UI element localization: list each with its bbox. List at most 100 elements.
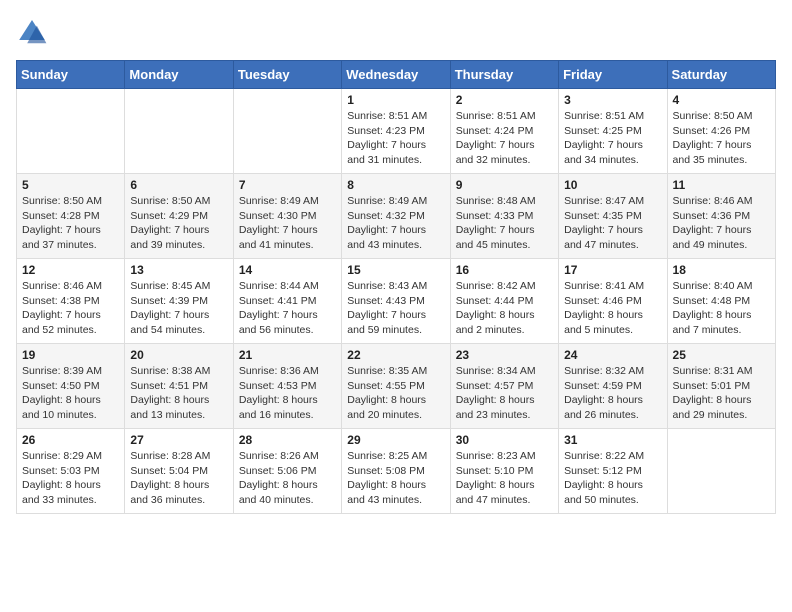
day-info: Sunrise: 8:51 AM Sunset: 4:25 PM Dayligh… (564, 109, 661, 168)
day-info: Sunrise: 8:40 AM Sunset: 4:48 PM Dayligh… (673, 279, 770, 338)
day-info: Sunrise: 8:50 AM Sunset: 4:29 PM Dayligh… (130, 194, 227, 253)
day-header-tuesday: Tuesday (233, 61, 341, 89)
day-info: Sunrise: 8:49 AM Sunset: 4:30 PM Dayligh… (239, 194, 336, 253)
calendar-cell: 13 Sunrise: 8:45 AM Sunset: 4:39 PM Dayli… (125, 259, 233, 344)
day-number: 16 (456, 263, 553, 277)
day-number: 6 (130, 178, 227, 192)
calendar-table: SundayMondayTuesdayWednesdayThursdayFrid… (16, 60, 776, 514)
calendar-cell: 15 Sunrise: 8:43 AM Sunset: 4:43 PM Dayli… (342, 259, 450, 344)
day-number: 31 (564, 433, 661, 447)
calendar-week-row: 5Sunrise: 8:50 AM Sunset: 4:28 PM Daylig… (17, 174, 776, 259)
calendar-cell: 19 Sunrise: 8:39 AM Sunset: 4:50 PM Dayli… (17, 344, 125, 429)
day-number: 28 (239, 433, 336, 447)
calendar-cell: 8Sunrise: 8:49 AM Sunset: 4:32 PM Daylig… (342, 174, 450, 259)
calendar-cell: 20 Sunrise: 8:38 AM Sunset: 4:51 PM Dayli… (125, 344, 233, 429)
day-info: Sunrise: 8:46 AM Sunset: 4:36 PM Dayligh… (673, 194, 770, 253)
day-info: Sunrise: 8:47 AM Sunset: 4:35 PM Dayligh… (564, 194, 661, 253)
day-info: Sunrise: 8:25 AM Sunset: 5:08 PM Dayligh… (347, 449, 444, 508)
day-info: Sunrise: 8:38 AM Sunset: 4:51 PM Dayligh… (130, 364, 227, 423)
calendar-cell: 22Sunrise: 8:35 AM Sunset: 4:55 PM Dayli… (342, 344, 450, 429)
day-info: Sunrise: 8:34 AM Sunset: 4:57 PM Dayligh… (456, 364, 553, 423)
calendar-cell: 28 Sunrise: 8:26 AM Sunset: 5:06 PM Dayli… (233, 429, 341, 514)
day-info: Sunrise: 8:36 AM Sunset: 4:53 PM Dayligh… (239, 364, 336, 423)
day-info: Sunrise: 8:46 AM Sunset: 4:38 PM Dayligh… (22, 279, 119, 338)
calendar-cell: 26 Sunrise: 8:29 AM Sunset: 5:03 PM Dayli… (17, 429, 125, 514)
calendar-cell: 16 Sunrise: 8:42 AM Sunset: 4:44 PM Dayli… (450, 259, 558, 344)
day-header-thursday: Thursday (450, 61, 558, 89)
day-header-sunday: Sunday (17, 61, 125, 89)
day-info: Sunrise: 8:43 AM Sunset: 4:43 PM Dayligh… (347, 279, 444, 338)
day-number: 18 (673, 263, 770, 277)
calendar-week-row: 1 Sunrise: 8:51 AM Sunset: 4:23 PM Daylig… (17, 89, 776, 174)
day-info: Sunrise: 8:39 AM Sunset: 4:50 PM Dayligh… (22, 364, 119, 423)
day-number: 2 (456, 93, 553, 107)
calendar-cell: 5Sunrise: 8:50 AM Sunset: 4:28 PM Daylig… (17, 174, 125, 259)
calendar-cell: 7Sunrise: 8:49 AM Sunset: 4:30 PM Daylig… (233, 174, 341, 259)
day-header-wednesday: Wednesday (342, 61, 450, 89)
calendar-week-row: 26 Sunrise: 8:29 AM Sunset: 5:03 PM Dayli… (17, 429, 776, 514)
day-number: 24 (564, 348, 661, 362)
day-number: 19 (22, 348, 119, 362)
day-number: 29 (347, 433, 444, 447)
day-number: 1 (347, 93, 444, 107)
calendar-cell: 24 Sunrise: 8:32 AM Sunset: 4:59 PM Dayli… (559, 344, 667, 429)
day-number: 26 (22, 433, 119, 447)
day-number: 11 (673, 178, 770, 192)
calendar-cell (125, 89, 233, 174)
day-number: 25 (673, 348, 770, 362)
calendar-cell: 17 Sunrise: 8:41 AM Sunset: 4:46 PM Dayli… (559, 259, 667, 344)
day-info: Sunrise: 8:50 AM Sunset: 4:26 PM Dayligh… (673, 109, 770, 168)
calendar-week-row: 19 Sunrise: 8:39 AM Sunset: 4:50 PM Dayli… (17, 344, 776, 429)
calendar-cell: 1 Sunrise: 8:51 AM Sunset: 4:23 PM Daylig… (342, 89, 450, 174)
calendar-cell: 2 Sunrise: 8:51 AM Sunset: 4:24 PM Daylig… (450, 89, 558, 174)
day-info: Sunrise: 8:35 AM Sunset: 4:55 PM Dayligh… (347, 364, 444, 423)
calendar-cell (17, 89, 125, 174)
day-number: 12 (22, 263, 119, 277)
day-info: Sunrise: 8:51 AM Sunset: 4:24 PM Dayligh… (456, 109, 553, 168)
calendar-cell: 18 Sunrise: 8:40 AM Sunset: 4:48 PM Dayli… (667, 259, 775, 344)
day-number: 13 (130, 263, 227, 277)
logo-icon (16, 16, 48, 48)
day-info: Sunrise: 8:32 AM Sunset: 4:59 PM Dayligh… (564, 364, 661, 423)
day-info: Sunrise: 8:41 AM Sunset: 4:46 PM Dayligh… (564, 279, 661, 338)
calendar-cell: 10 Sunrise: 8:47 AM Sunset: 4:35 PM Dayli… (559, 174, 667, 259)
calendar-cell: 9Sunrise: 8:48 AM Sunset: 4:33 PM Daylig… (450, 174, 558, 259)
calendar-cell: 27 Sunrise: 8:28 AM Sunset: 5:04 PM Dayli… (125, 429, 233, 514)
day-info: Sunrise: 8:51 AM Sunset: 4:23 PM Dayligh… (347, 109, 444, 168)
day-info: Sunrise: 8:23 AM Sunset: 5:10 PM Dayligh… (456, 449, 553, 508)
calendar-cell (667, 429, 775, 514)
day-number: 10 (564, 178, 661, 192)
day-number: 20 (130, 348, 227, 362)
day-number: 21 (239, 348, 336, 362)
day-info: Sunrise: 8:31 AM Sunset: 5:01 PM Dayligh… (673, 364, 770, 423)
day-number: 15 (347, 263, 444, 277)
day-number: 30 (456, 433, 553, 447)
day-info: Sunrise: 8:45 AM Sunset: 4:39 PM Dayligh… (130, 279, 227, 338)
day-info: Sunrise: 8:26 AM Sunset: 5:06 PM Dayligh… (239, 449, 336, 508)
day-info: Sunrise: 8:42 AM Sunset: 4:44 PM Dayligh… (456, 279, 553, 338)
day-info: Sunrise: 8:28 AM Sunset: 5:04 PM Dayligh… (130, 449, 227, 508)
calendar-cell: 11 Sunrise: 8:46 AM Sunset: 4:36 PM Dayli… (667, 174, 775, 259)
day-number: 3 (564, 93, 661, 107)
calendar-cell: 6 Sunrise: 8:50 AM Sunset: 4:29 PM Daylig… (125, 174, 233, 259)
day-info: Sunrise: 8:44 AM Sunset: 4:41 PM Dayligh… (239, 279, 336, 338)
calendar-cell: 30 Sunrise: 8:23 AM Sunset: 5:10 PM Dayli… (450, 429, 558, 514)
calendar-cell: 3 Sunrise: 8:51 AM Sunset: 4:25 PM Daylig… (559, 89, 667, 174)
calendar-cell: 29 Sunrise: 8:25 AM Sunset: 5:08 PM Dayli… (342, 429, 450, 514)
day-header-saturday: Saturday (667, 61, 775, 89)
day-info: Sunrise: 8:48 AM Sunset: 4:33 PM Dayligh… (456, 194, 553, 253)
day-info: Sunrise: 8:22 AM Sunset: 5:12 PM Dayligh… (564, 449, 661, 508)
day-number: 17 (564, 263, 661, 277)
day-number: 14 (239, 263, 336, 277)
day-number: 27 (130, 433, 227, 447)
calendar-cell: 25 Sunrise: 8:31 AM Sunset: 5:01 PM Dayli… (667, 344, 775, 429)
page-header (16, 16, 776, 48)
day-info: Sunrise: 8:29 AM Sunset: 5:03 PM Dayligh… (22, 449, 119, 508)
calendar-week-row: 12 Sunrise: 8:46 AM Sunset: 4:38 PM Dayli… (17, 259, 776, 344)
calendar-cell: 4 Sunrise: 8:50 AM Sunset: 4:26 PM Daylig… (667, 89, 775, 174)
calendar-cell: 23Sunrise: 8:34 AM Sunset: 4:57 PM Dayli… (450, 344, 558, 429)
day-header-monday: Monday (125, 61, 233, 89)
calendar-cell: 14 Sunrise: 8:44 AM Sunset: 4:41 PM Dayli… (233, 259, 341, 344)
logo (16, 16, 52, 48)
day-number: 4 (673, 93, 770, 107)
